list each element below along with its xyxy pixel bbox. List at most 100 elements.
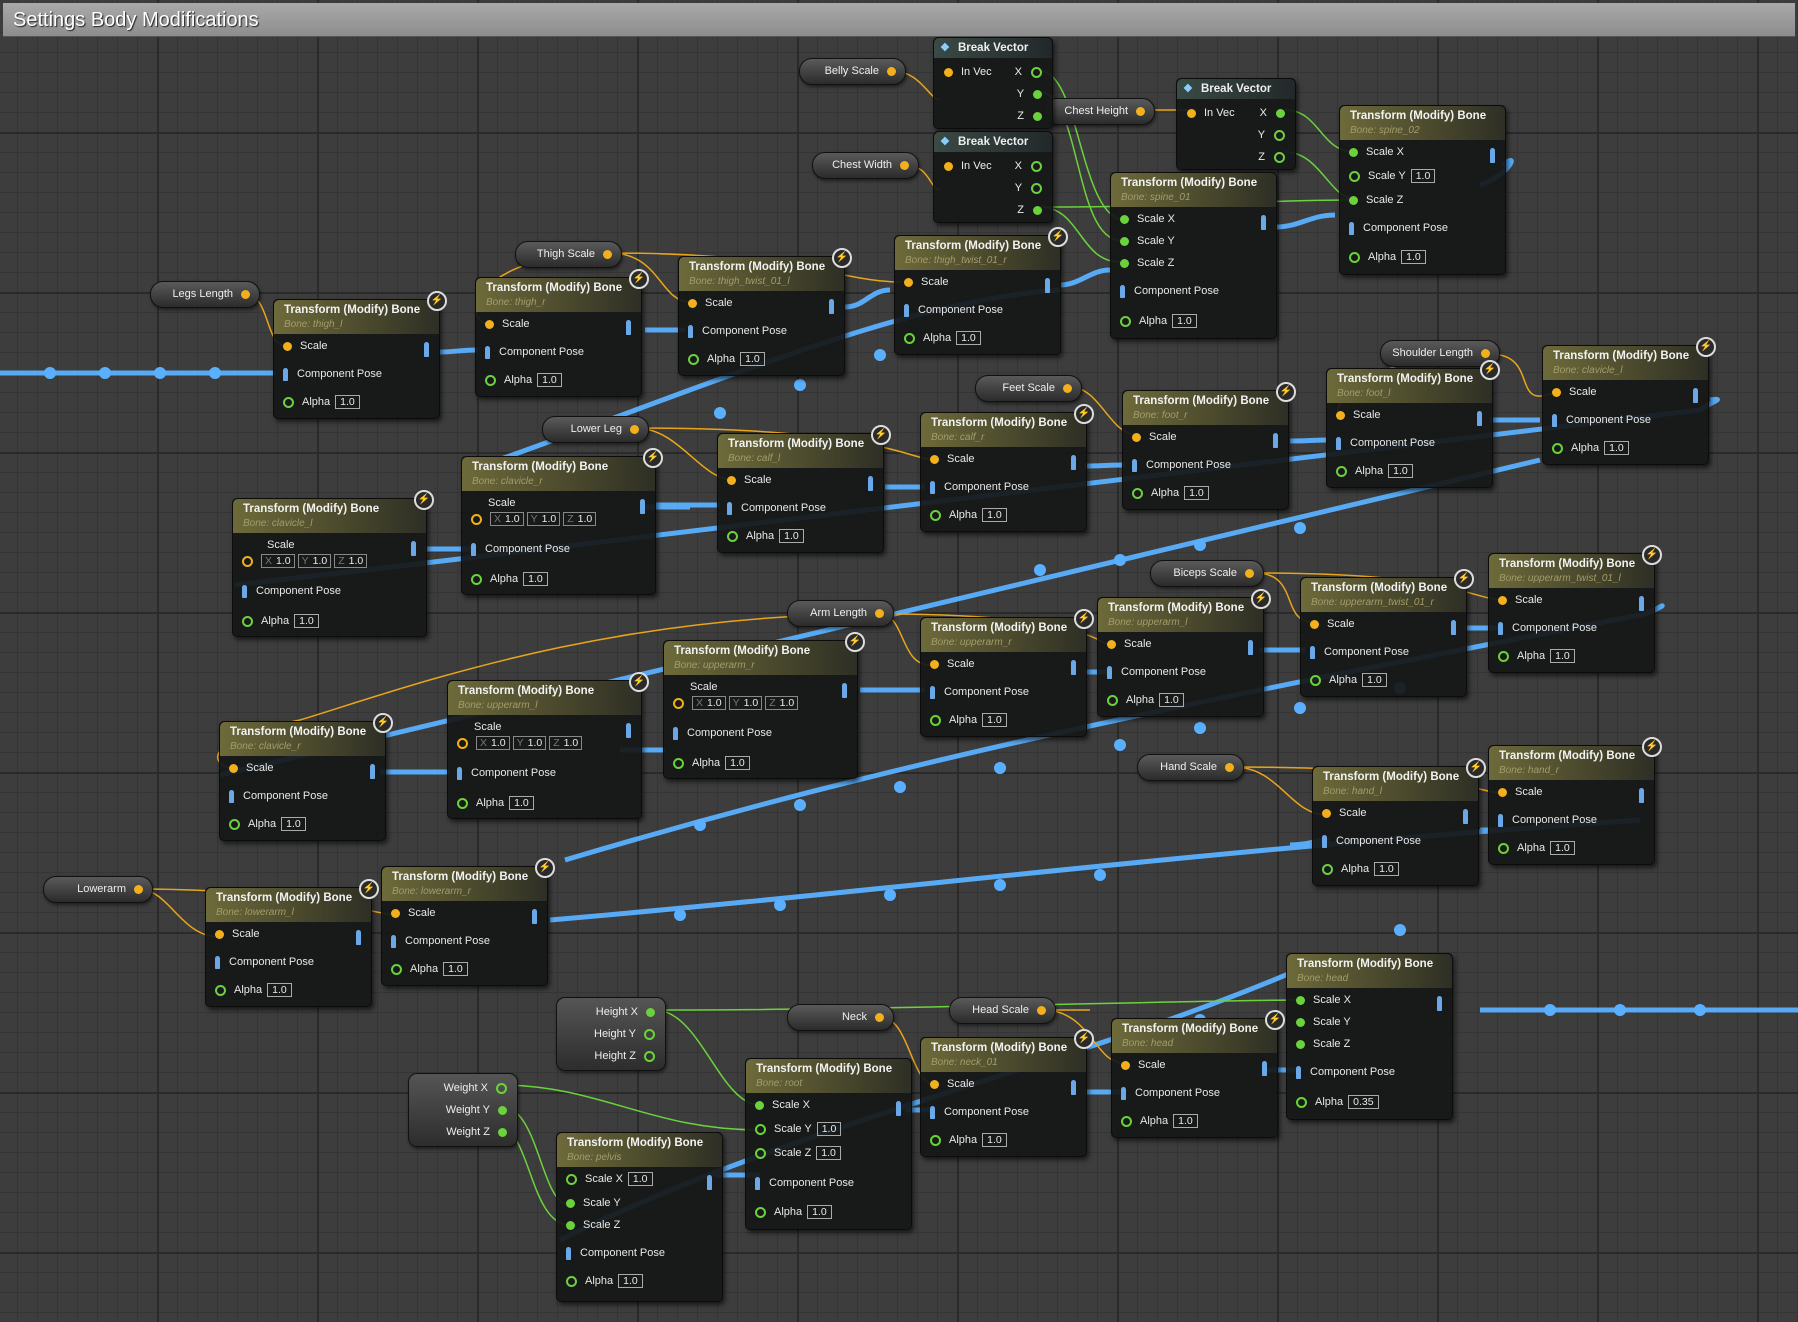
float-output-pin[interactable] bbox=[900, 161, 909, 170]
vector-output-pin[interactable] bbox=[496, 1082, 507, 1094]
scale-input-pin[interactable] bbox=[1498, 595, 1507, 605]
alpha-input-pin[interactable] bbox=[1107, 694, 1118, 706]
output-pin[interactable] bbox=[1031, 182, 1042, 194]
alpha-field[interactable]: 1.0 bbox=[982, 508, 1007, 522]
alpha-input-pin[interactable] bbox=[283, 396, 294, 408]
alpha-field[interactable]: 1.0 bbox=[1159, 693, 1184, 707]
input-pin[interactable] bbox=[944, 67, 953, 77]
alpha-field[interactable]: 1.0 bbox=[982, 713, 1007, 727]
pose-input-pin[interactable] bbox=[1310, 645, 1315, 659]
transform-node-spine-02[interactable]: Transform (Modify) Bone Bone: spine_02 Sc… bbox=[1339, 105, 1506, 275]
output-pin[interactable] bbox=[1276, 108, 1285, 118]
transform-node-upperarm-twist-l[interactable]: Transform (Modify) Bone Bone: upperarm_tw… bbox=[1488, 545, 1662, 673]
scale-input-pin[interactable] bbox=[1107, 639, 1116, 649]
var-neck[interactable]: Neck bbox=[787, 1004, 894, 1031]
alpha-input-pin[interactable] bbox=[1498, 650, 1509, 662]
scale-z-input-pin[interactable] bbox=[1349, 195, 1358, 205]
scale-z-field[interactable]: Z 1.0 bbox=[549, 736, 583, 750]
pose-output-pin[interactable] bbox=[1639, 596, 1644, 611]
scale-z-input-pin[interactable] bbox=[1120, 258, 1129, 268]
scale-input-pin[interactable] bbox=[1310, 619, 1319, 629]
alpha-input-pin[interactable] bbox=[1336, 465, 1347, 477]
scale-y-input-pin[interactable] bbox=[755, 1123, 766, 1135]
pose-output-pin[interactable] bbox=[1248, 640, 1253, 655]
pose-output-pin[interactable] bbox=[626, 320, 631, 335]
float-output-pin[interactable] bbox=[1063, 384, 1072, 393]
output-pin[interactable] bbox=[1274, 151, 1285, 163]
pose-output-pin[interactable] bbox=[842, 683, 847, 698]
transform-node-hand-r[interactable]: Transform (Modify) Bone Bone: hand_r ⚡ Sc… bbox=[1488, 737, 1662, 865]
pose-input-pin[interactable] bbox=[930, 480, 935, 494]
transform-node-calf-l[interactable]: Transform (Modify) Bone Bone: calf_l ⚡ Sc… bbox=[717, 425, 891, 553]
alpha-field[interactable]: 1.0 bbox=[1388, 464, 1413, 478]
scale-y-input-pin[interactable] bbox=[1349, 170, 1360, 182]
pose-input-pin[interactable] bbox=[727, 501, 732, 515]
alpha-input-pin[interactable] bbox=[1552, 442, 1563, 454]
pose-input-pin[interactable] bbox=[1120, 284, 1125, 298]
pose-input-pin[interactable] bbox=[1296, 1065, 1301, 1079]
alpha-field[interactable]: 1.0 bbox=[807, 1205, 832, 1219]
transform-node-foot-l[interactable]: Transform (Modify) Bone Bone: foot_l ⚡ Sc… bbox=[1326, 360, 1500, 488]
scale-input-pin[interactable] bbox=[471, 513, 482, 525]
pose-output-pin[interactable] bbox=[1262, 1061, 1267, 1076]
scale-input-pin[interactable] bbox=[1552, 387, 1561, 397]
pose-output-pin[interactable] bbox=[1477, 411, 1482, 426]
vector-output-pin[interactable] bbox=[498, 1127, 507, 1137]
transform-node-upperarm-r-a[interactable]: Transform (Modify) Bone Bone: upperarm_r … bbox=[920, 609, 1094, 737]
scale-input-pin[interactable] bbox=[673, 697, 684, 709]
scale-input-pin[interactable] bbox=[930, 454, 939, 464]
scale-input-pin[interactable] bbox=[930, 659, 939, 669]
alpha-input-pin[interactable] bbox=[566, 1275, 577, 1287]
pose-output-pin[interactable] bbox=[1451, 620, 1456, 635]
pose-input-pin[interactable] bbox=[391, 934, 396, 948]
alpha-input-pin[interactable] bbox=[391, 963, 402, 975]
alpha-input-pin[interactable] bbox=[215, 984, 226, 996]
transform-node-clavicle-r-top[interactable]: Transform (Modify) Bone Bone: clavicle_r … bbox=[461, 448, 663, 595]
alpha-field[interactable]: 1.0 bbox=[335, 395, 360, 409]
alpha-input-pin[interactable] bbox=[485, 374, 496, 386]
var-biceps-scale[interactable]: Biceps Scale bbox=[1150, 560, 1264, 587]
scale-input-pin[interactable] bbox=[229, 763, 238, 773]
alpha-input-pin[interactable] bbox=[904, 332, 915, 344]
pose-input-pin[interactable] bbox=[1349, 221, 1354, 235]
scale-x-field[interactable]: 1.0 bbox=[627, 1172, 653, 1186]
scale-input-pin[interactable] bbox=[1121, 1060, 1130, 1070]
pose-input-pin[interactable] bbox=[283, 367, 288, 381]
pose-input-pin[interactable] bbox=[673, 726, 678, 740]
alpha-input-pin[interactable] bbox=[930, 1134, 941, 1146]
pose-input-pin[interactable] bbox=[215, 955, 220, 969]
scale-input-pin[interactable] bbox=[1132, 432, 1141, 442]
var-height-vector[interactable]: Height X Height Y Height Z bbox=[556, 997, 666, 1071]
float-output-pin[interactable] bbox=[1136, 107, 1145, 116]
alpha-field[interactable]: 1.0 bbox=[1184, 486, 1209, 500]
break-vector-node-chest-width[interactable]: ❖ Break Vector In Vec X Y Z bbox=[933, 131, 1053, 223]
alpha-input-pin[interactable] bbox=[457, 797, 468, 809]
pose-output-pin[interactable] bbox=[1639, 788, 1644, 803]
scale-z-field[interactable]: Z 1.0 bbox=[765, 696, 799, 710]
scale-z-field[interactable]: 1.0 bbox=[816, 1146, 841, 1160]
vector-output-pin[interactable] bbox=[646, 1007, 655, 1017]
var-feet-scale[interactable]: Feet Scale bbox=[975, 375, 1082, 402]
scale-x-field[interactable]: X 1.0 bbox=[490, 512, 524, 526]
float-output-pin[interactable] bbox=[134, 885, 143, 894]
alpha-field[interactable]: 1.0 bbox=[740, 352, 765, 366]
transform-node-hand-l[interactable]: Transform (Modify) Bone Bone: hand_l ⚡ Sc… bbox=[1312, 758, 1486, 886]
transform-node-neck-01[interactable]: Transform (Modify) Bone Bone: neck_01 ⚡ S… bbox=[920, 1029, 1094, 1157]
transform-node-upperarm-r-b[interactable]: Transform (Modify) Bone Bone: upperarm_r … bbox=[663, 632, 865, 779]
scale-x-input-pin[interactable] bbox=[566, 1173, 577, 1185]
pose-output-pin[interactable] bbox=[1261, 215, 1266, 230]
transform-node-upperarm-twist-r[interactable]: Transform (Modify) Bone Bone: upperarm_tw… bbox=[1300, 569, 1474, 697]
transform-node-calf-r[interactable]: Transform (Modify) Bone Bone: calf_r ⚡ Sc… bbox=[920, 404, 1094, 532]
float-output-pin[interactable] bbox=[875, 609, 884, 618]
alpha-field[interactable]: 1.0 bbox=[537, 373, 562, 387]
alpha-field[interactable]: 1.0 bbox=[1374, 862, 1399, 876]
pose-output-pin[interactable] bbox=[626, 723, 631, 738]
float-output-pin[interactable] bbox=[630, 425, 639, 434]
pose-input-pin[interactable] bbox=[688, 324, 693, 338]
float-output-pin[interactable] bbox=[875, 1013, 884, 1022]
pose-input-pin[interactable] bbox=[1498, 621, 1503, 635]
pose-input-pin[interactable] bbox=[229, 789, 234, 803]
scale-input-pin[interactable] bbox=[242, 555, 253, 567]
alpha-field[interactable]: 1.0 bbox=[1604, 441, 1629, 455]
scale-y-input-pin[interactable] bbox=[1120, 236, 1129, 246]
